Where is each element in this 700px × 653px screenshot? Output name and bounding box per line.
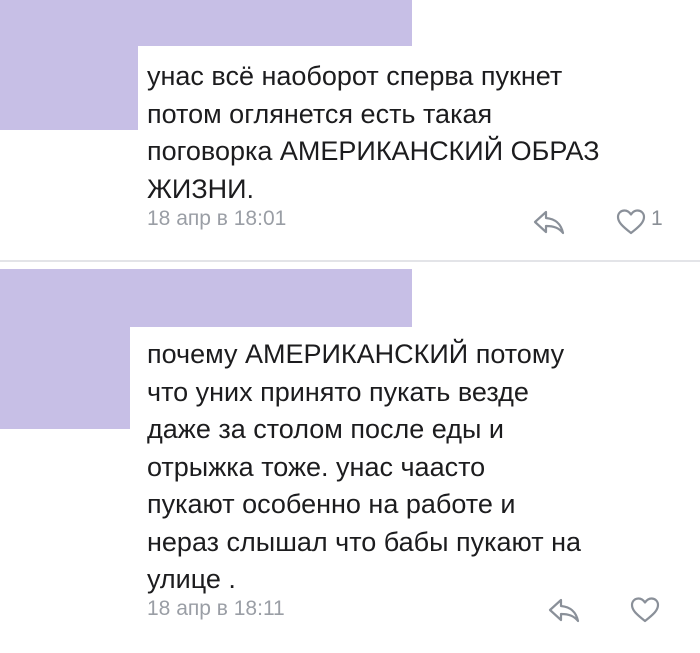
comment-divider [0, 260, 700, 262]
comment-text: почему АМЕРИКАНСКИЙ потому что уних прин… [147, 339, 582, 594]
comment-timestamp: 18 апр в 18:11 [147, 597, 285, 620]
redacted-author-block [0, 0, 412, 46]
reply-arrow-icon[interactable] [532, 208, 566, 236]
redacted-author-block [0, 269, 412, 327]
redacted-avatar-block [0, 46, 138, 130]
heart-outline-icon[interactable] [616, 208, 646, 236]
comment-text: унас всё наоборот сперва пукнет потом ог… [147, 61, 600, 204]
comment-item: почему АМЕРИКАНСКИЙ потому что уних прин… [0, 265, 700, 653]
heart-outline-icon[interactable] [630, 596, 660, 624]
comment-item: унас всё наоборот сперва пукнет потом ог… [0, 0, 700, 260]
reply-arrow-icon[interactable] [547, 596, 581, 624]
like-count: 1 [651, 207, 663, 230]
redacted-avatar-block [0, 327, 130, 429]
comment-timestamp: 18 апр в 18:01 [147, 207, 287, 230]
